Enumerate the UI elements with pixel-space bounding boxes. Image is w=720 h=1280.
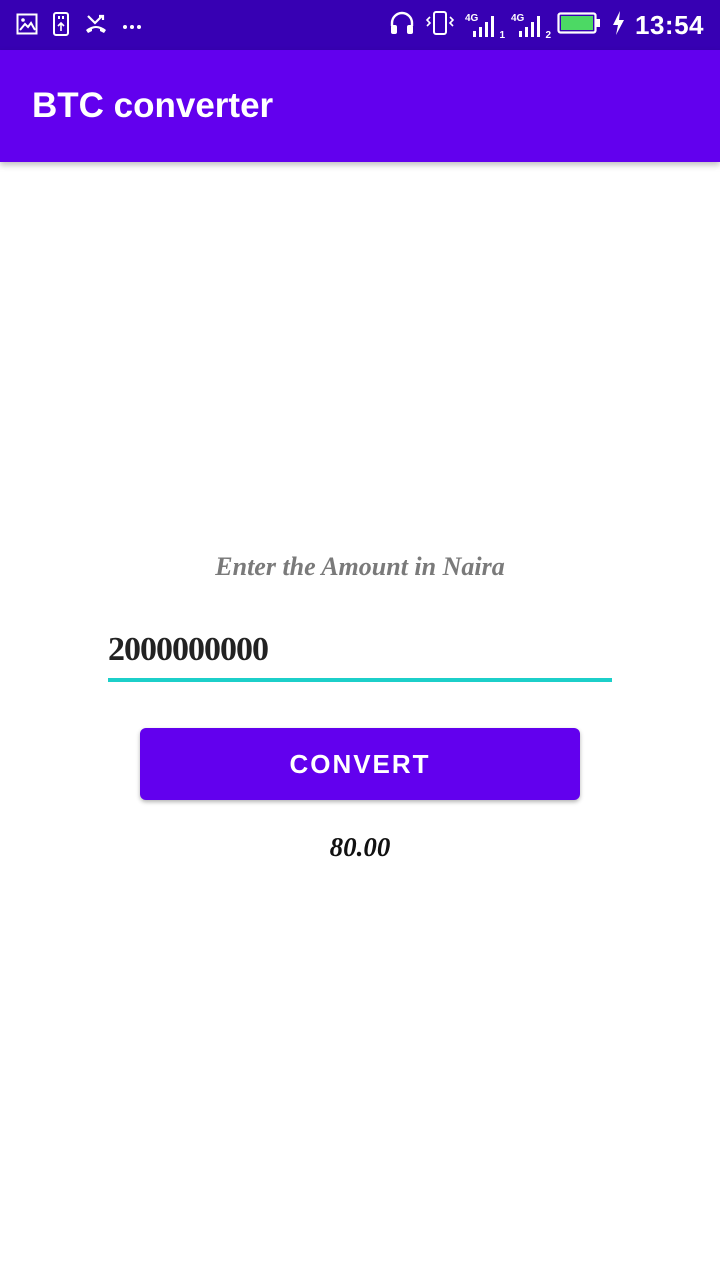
missed-call-icon bbox=[84, 13, 108, 40]
vibrate-icon bbox=[425, 10, 455, 41]
amount-input[interactable] bbox=[108, 622, 612, 678]
status-bar: 4G 1 4G 2 13:54 bbox=[0, 0, 720, 50]
convert-button[interactable]: CONVERT bbox=[140, 728, 580, 800]
image-icon bbox=[16, 13, 38, 40]
headset-icon bbox=[389, 10, 415, 41]
app-title: BTC converter bbox=[32, 86, 274, 125]
sim-number-1: 1 bbox=[499, 29, 505, 41]
status-right-icons: 4G 1 4G 2 13:54 bbox=[389, 10, 704, 41]
usb-icon bbox=[52, 12, 70, 41]
sim-number-2: 2 bbox=[545, 29, 551, 41]
amount-prompt-label: Enter the Amount in Naira bbox=[215, 552, 505, 581]
more-icon bbox=[122, 18, 142, 36]
charging-icon bbox=[611, 10, 625, 41]
clock-time: 13:54 bbox=[635, 10, 704, 40]
conversion-result: 80.00 bbox=[329, 832, 391, 862]
amount-field bbox=[108, 622, 612, 684]
signal-icon-2: 4G 2 bbox=[511, 13, 551, 41]
battery-icon bbox=[557, 12, 601, 39]
signal-icon: 4G 1 bbox=[465, 13, 505, 41]
amount-input-underline bbox=[108, 678, 612, 682]
app-bar: BTC converter bbox=[0, 50, 720, 162]
status-left-icons bbox=[16, 12, 142, 41]
